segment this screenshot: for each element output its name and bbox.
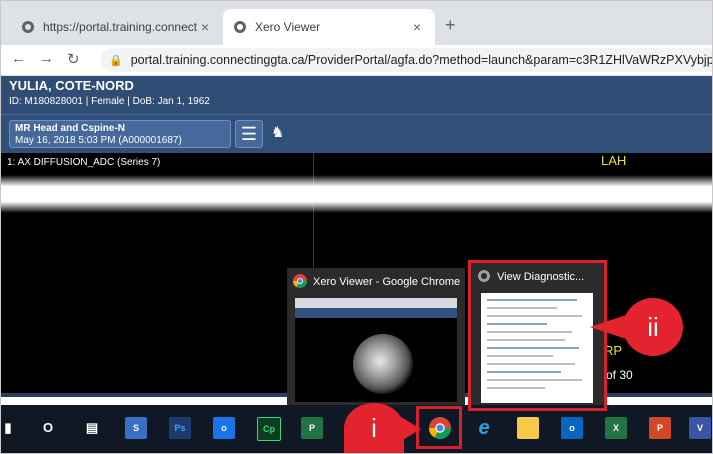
study-date: May 16, 2018 5:03 PM (A000001687) [15,135,182,146]
project-icon[interactable]: P [301,417,323,439]
photoshop-icon[interactable]: Ps [169,417,191,439]
study-toolbar: MR Head and Cspine-N May 16, 2018 5:03 P… [1,114,712,153]
outlook-icon[interactable]: o [213,417,235,439]
windows-icon[interactable]: ▮ [3,417,13,439]
search-circle-icon[interactable]: O [37,417,59,439]
menu-icon[interactable]: ☰ [235,120,263,148]
address-bar-row: ← → ↻ 🔒 portal.training.connectinggta.ca… [1,45,713,76]
orientation-top-label: LAH [601,153,627,168]
preview-header [295,308,457,318]
highlight-chrome-box [416,406,462,449]
outlook-mail-icon[interactable]: o [561,417,583,439]
close-icon[interactable]: × [409,19,425,35]
back-arrow-icon[interactable]: ← [11,50,26,67]
chrome-icon [293,274,307,288]
powerpoint-icon[interactable]: P [649,417,671,439]
file-explorer-icon[interactable] [517,417,539,439]
forward-arrow-icon[interactable]: → [39,50,54,67]
patient-info: ID: M180828001 | Female | DoB: Jan 1, 19… [9,96,210,107]
screenshot-frame: https://portal.training.connecting × Xer… [0,0,713,454]
study-selector-button[interactable]: MR Head and Cspine-N May 16, 2018 5:03 P… [9,120,231,148]
task-view-icon[interactable]: ▤ [81,417,103,439]
callout-ii-pointer [590,315,626,339]
globe-icon [22,21,34,33]
taskbar-preview-xero[interactable]: Xero Viewer - Google Chrome [287,268,465,410]
new-tab-button[interactable]: + [445,15,456,36]
user-info-icon[interactable]: ♞ [271,123,293,145]
visio-icon[interactable]: V [689,417,711,439]
globe-icon [234,21,246,33]
brain-scan-image [353,334,413,394]
tab-portal[interactable]: https://portal.training.connecting × [11,9,223,45]
close-icon[interactable]: × [197,19,213,35]
callout-i: i [344,403,404,453]
tab-title: https://portal.training.connecting [43,20,197,34]
viewer-overlay-glare [1,175,712,213]
tab-title: Xero Viewer [255,20,321,34]
browser-tab-strip: https://portal.training.connecting × Xer… [1,1,712,45]
reload-icon[interactable]: ↻ [67,50,80,68]
callout-ii: ii [623,298,683,356]
edge-icon[interactable]: e [473,417,495,439]
highlight-preview-box [468,260,607,411]
captivate-icon[interactable]: Cp [257,417,281,441]
url-field[interactable]: 🔒 portal.training.connectinggta.ca/Provi… [101,48,713,72]
excel-icon[interactable]: X [605,417,627,439]
patient-name: YULIA, COTE-NORD [9,78,134,93]
skype-icon[interactable]: S [125,417,147,439]
tab-xero-viewer[interactable]: Xero Viewer × [223,9,435,45]
preview-tabbar [295,298,457,308]
lock-icon: 🔒 [109,54,123,67]
study-title: MR Head and Cspine-N [15,123,126,134]
preview-title: Xero Viewer - Google Chrome [313,276,461,288]
callout-i-pointer [401,417,421,441]
url-text: portal.training.connectinggta.ca/Provide… [130,53,713,67]
patient-header: YULIA, COTE-NORD ID: M180828001 | Female… [1,76,712,114]
preview-image [295,298,457,402]
series-label: 1: AX DIFFUSION_ADC (Series 7) [7,157,161,168]
